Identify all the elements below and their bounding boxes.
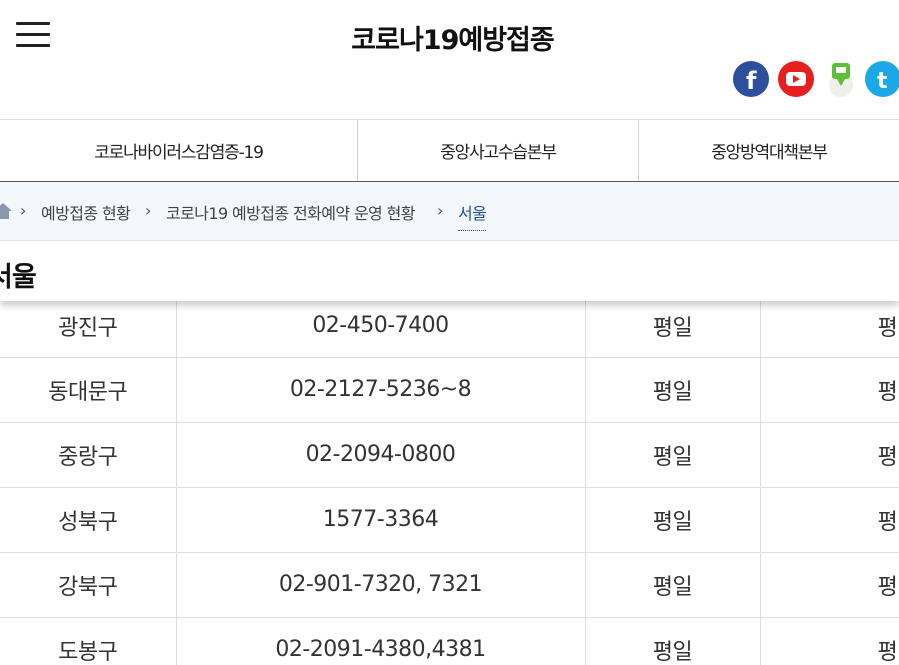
page-heading-bar: 서울: [0, 241, 899, 301]
svg-text:t: t: [877, 69, 888, 94]
top-nav: 코로나바이러스감염증-19 중앙사고수습본부 중앙방역대책본부: [0, 119, 899, 182]
district-cell: 광진구: [0, 295, 177, 358]
phone-cell: 02-2091-4380,4381: [176, 617, 586, 665]
breadcrumb: › 예방접종 현황 › 코로나19 예방접종 전화예약 운영 현황 › 서울: [0, 182, 899, 241]
breadcrumb-item-vaccination-status[interactable]: 예방접종 현황: [41, 200, 131, 224]
site-header: 코로나19예방접종 f t: [0, 0, 899, 120]
blog-icon[interactable]: [823, 61, 859, 97]
extra-cell: 평: [760, 422, 899, 488]
phone-cell: 02-2127-5236~8: [176, 357, 586, 423]
days-cell: 평일: [585, 487, 761, 553]
extra-cell: 평: [760, 357, 899, 423]
days-cell: 평일: [585, 617, 761, 665]
district-cell: 성북구: [0, 487, 177, 553]
district-cell: 도봉구: [0, 617, 177, 665]
phone-cell: 1577-3364: [176, 487, 586, 553]
site-title[interactable]: 코로나19예방접종: [0, 18, 899, 57]
phone-cell: 02-901-7320, 7321: [176, 552, 586, 618]
chevron-right-icon: ›: [145, 201, 152, 220]
days-cell: 평일: [585, 295, 761, 358]
breadcrumb-item-phone-reservation[interactable]: 코로나19 예방접종 전화예약 운영 현황: [166, 200, 416, 224]
svg-text:f: f: [746, 67, 757, 95]
district-cell: 강북구: [0, 552, 177, 618]
table-row: 중랑구 02-2094-0800 평일 평: [0, 422, 899, 488]
tab-covid19[interactable]: 코로나바이러스감염증-19: [0, 120, 358, 181]
table-row: 강북구 02-901-7320, 7321 평일 평: [0, 552, 899, 618]
page-title: 서울: [0, 262, 37, 293]
days-cell: 평일: [585, 552, 761, 618]
twitter-icon[interactable]: t: [865, 61, 899, 97]
district-cell: 중랑구: [0, 422, 177, 488]
days-cell: 평일: [585, 357, 761, 423]
district-cell: 동대문구: [0, 357, 177, 423]
breadcrumb-item-current[interactable]: 서울: [458, 200, 487, 231]
days-cell: 평일: [585, 422, 761, 488]
tab-central-disaster-hq[interactable]: 중앙사고수습본부: [358, 120, 639, 181]
phone-cell: 02-450-7400: [176, 295, 586, 358]
chevron-right-icon: ›: [20, 201, 27, 220]
extra-cell: 평: [760, 487, 899, 553]
extra-cell: 평: [760, 617, 899, 665]
table-row: 성북구 1577-3364 평일 평: [0, 487, 899, 553]
facebook-icon[interactable]: f: [733, 61, 769, 97]
table-row: 동대문구 02-2127-5236~8 평일 평: [0, 357, 899, 423]
home-icon[interactable]: [0, 202, 12, 220]
extra-cell: 평: [760, 295, 899, 358]
table-row: 도봉구 02-2091-4380,4381 평일 평: [0, 617, 899, 665]
phone-cell: 02-2094-0800: [176, 422, 586, 488]
tab-central-quarantine-hq[interactable]: 중앙방역대책본부: [639, 120, 899, 181]
extra-cell: 평: [760, 552, 899, 618]
chevron-right-icon: ›: [437, 201, 444, 220]
table-row: 광진구 02-450-7400 평일 평: [0, 295, 899, 358]
youtube-icon[interactable]: [778, 61, 814, 97]
reservation-table: 광진구 02-450-7400 평일 평 동대문구 02-2127-5236~8…: [0, 295, 899, 665]
